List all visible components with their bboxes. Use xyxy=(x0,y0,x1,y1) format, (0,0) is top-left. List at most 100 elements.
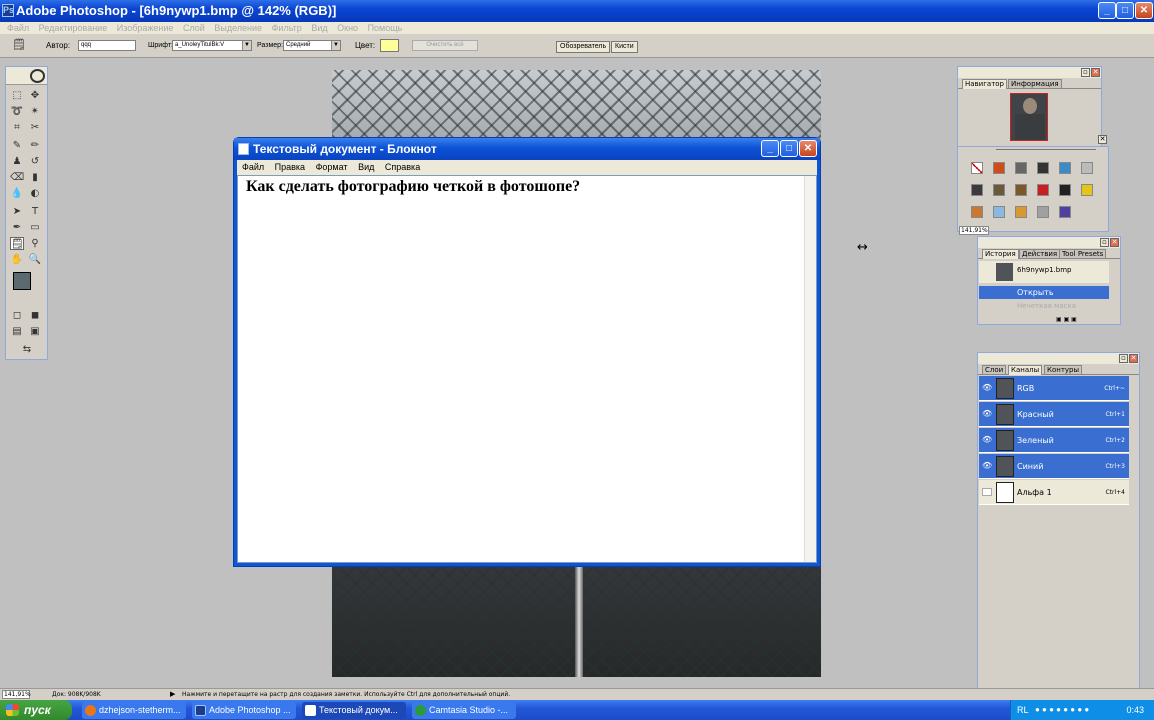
shape-tool-icon[interactable]: ▭ xyxy=(28,221,42,234)
slice-tool-icon[interactable]: ✂ xyxy=(28,121,42,134)
close-icon[interactable]: ✕ xyxy=(1091,68,1100,77)
zoom-tool-icon[interactable]: 🔍 xyxy=(28,253,42,266)
font-select[interactable]: a_UnoleyTitulBk:V ▼ xyxy=(172,40,252,51)
history-brush-icon[interactable]: ↺ xyxy=(28,155,42,168)
toolbox-header[interactable] xyxy=(6,67,47,85)
tray-icons[interactable]: ● ● ● ● ● ● ● ● xyxy=(1035,700,1089,720)
taskbar-item-photoshop[interactable]: Adobe Photoshop ... xyxy=(192,702,296,719)
eye-icon[interactable]: 👁 xyxy=(982,384,992,392)
close-icon[interactable]: ✕ xyxy=(1098,135,1107,144)
history-panel-header[interactable]: ▫ ✕ xyxy=(978,237,1120,248)
swatch-item[interactable] xyxy=(971,206,983,218)
notepad-text-area[interactable]: Как сделать фотографию четкой в фотошопе… xyxy=(237,175,817,563)
swatch-item[interactable] xyxy=(1015,184,1027,196)
tab-navigator[interactable]: Навигатор xyxy=(962,79,1007,89)
menu-file[interactable]: Файл xyxy=(7,22,29,34)
navigator-panel-header[interactable]: ▫ ✕ xyxy=(958,67,1101,78)
brush-tool-icon[interactable]: ✏ xyxy=(28,139,42,152)
tab-tool-presets[interactable]: Tool Presets xyxy=(1059,249,1107,259)
channels-panel-header[interactable]: ▫ ✕ xyxy=(978,353,1139,364)
minimize-icon[interactable]: _ xyxy=(1098,2,1116,19)
swatch-item[interactable] xyxy=(1059,162,1071,174)
tab-channels[interactable]: Каналы xyxy=(1008,365,1043,375)
channel-row[interactable]: 👁 RGB Ctrl+~ xyxy=(979,376,1129,401)
tab-file-browser[interactable]: Обозреватель xyxy=(556,41,611,53)
marquee-tool-icon[interactable]: ⬚ xyxy=(10,89,24,102)
type-tool-icon[interactable]: T xyxy=(28,205,42,218)
note-color-swatch[interactable] xyxy=(380,39,399,52)
size-select[interactable]: Средний ▼ xyxy=(283,40,341,51)
swatch-item[interactable] xyxy=(1037,206,1049,218)
move-tool-icon[interactable]: ✥ xyxy=(28,89,42,102)
clear-all-button[interactable]: Очистить всё xyxy=(412,40,478,51)
path-selection-icon[interactable]: ➤ xyxy=(10,205,24,218)
blur-tool-icon[interactable]: 💧 xyxy=(10,187,24,200)
swatch-item[interactable] xyxy=(1015,206,1027,218)
author-input[interactable]: qqq xyxy=(78,40,136,51)
menu-filter[interactable]: Фильтр xyxy=(272,22,302,34)
history-item-open[interactable]: Открыть xyxy=(979,286,1109,299)
dodge-tool-icon[interactable]: ◐ xyxy=(28,187,42,200)
menu-help[interactable]: Помощь xyxy=(368,22,403,34)
swatch-none[interactable] xyxy=(971,162,983,174)
start-button[interactable]: пуск xyxy=(0,700,72,720)
lasso-tool-icon[interactable]: ➰ xyxy=(10,105,24,118)
status-arrow-icon[interactable]: ▶ xyxy=(170,689,175,700)
minimize-icon[interactable]: ▫ xyxy=(1081,68,1090,77)
notepad-menu-help[interactable]: Справка xyxy=(385,160,420,175)
tab-paths[interactable]: Контуры xyxy=(1044,365,1083,375)
fullscreen-mode-icon[interactable]: ▣ xyxy=(28,325,42,338)
minimize-icon[interactable]: ▫ xyxy=(1119,354,1128,363)
eyedropper-icon[interactable]: ⚲ xyxy=(28,237,42,250)
close-icon[interactable]: ✕ xyxy=(1110,238,1119,247)
tab-actions[interactable]: Действия xyxy=(1019,249,1061,259)
crop-tool-icon[interactable]: ⌗ xyxy=(10,121,24,134)
menu-image[interactable]: Изображение xyxy=(117,22,174,34)
maximize-icon[interactable]: □ xyxy=(780,140,798,157)
swatch-item[interactable] xyxy=(993,184,1005,196)
standard-mode-icon[interactable]: ◻ xyxy=(10,309,24,322)
navigator-thumbnail[interactable] xyxy=(1010,93,1048,141)
eye-icon[interactable]: 👁 xyxy=(982,462,992,470)
foreground-color-swatch[interactable] xyxy=(13,272,31,290)
taskbar-item-firefox[interactable]: dzhejson-stetherm... xyxy=(82,702,186,719)
notepad-scrollbar[interactable] xyxy=(804,176,816,562)
photoshop-title-bar[interactable]: Ps Adobe Photoshop - [6h9nywp1.bmp @ 142… xyxy=(0,0,1154,22)
taskbar-item-camtasia[interactable]: Camtasia Studio -... xyxy=(412,702,516,719)
quick-mask-icon[interactable]: ◼ xyxy=(28,309,42,322)
close-icon[interactable]: ✕ xyxy=(799,140,817,157)
minimize-icon[interactable]: _ xyxy=(761,140,779,157)
tab-layers[interactable]: Слои xyxy=(982,365,1007,375)
swatch-item[interactable] xyxy=(1081,162,1093,174)
close-icon[interactable]: ✕ xyxy=(1135,2,1153,19)
swatch-item[interactable] xyxy=(1037,162,1049,174)
channel-row[interactable]: 👁 Синий Ctrl+3 xyxy=(979,454,1129,479)
healing-brush-icon[interactable]: ✎ xyxy=(10,139,24,152)
chevron-down-icon[interactable]: ▼ xyxy=(242,41,251,50)
menu-window[interactable]: Окно xyxy=(337,22,358,34)
history-snapshot[interactable]: 6h9nywp1.bmp xyxy=(979,261,1109,283)
screen-mode-icon[interactable]: ▤ xyxy=(10,325,24,338)
minimize-icon[interactable]: ▫ xyxy=(1100,238,1109,247)
menu-layer[interactable]: Слой xyxy=(183,22,205,34)
menu-select[interactable]: Выделение xyxy=(214,22,262,34)
navigator-zoom-slider[interactable] xyxy=(996,149,1096,152)
swatch-item[interactable] xyxy=(971,184,983,196)
visibility-box[interactable] xyxy=(982,488,992,496)
trash-icon[interactable]: ▣ ▣ ▣ xyxy=(1056,316,1096,323)
notepad-menu-view[interactable]: Вид xyxy=(358,160,374,175)
taskbar-item-notepad[interactable]: Текстовый докум... xyxy=(302,702,406,719)
swatch-item[interactable] xyxy=(1081,184,1093,196)
notepad-menu-file[interactable]: Файл xyxy=(242,160,264,175)
menu-view[interactable]: Вид xyxy=(311,22,327,34)
gradient-tool-icon[interactable]: ▮ xyxy=(28,171,42,184)
notepad-menu-edit[interactable]: Правка xyxy=(275,160,305,175)
close-icon[interactable]: ✕ xyxy=(1129,354,1138,363)
notes-tool-icon[interactable]: 🗒 xyxy=(10,237,24,250)
swatch-item[interactable] xyxy=(1059,184,1071,196)
navigator-zoom-input[interactable]: 141,91% xyxy=(959,226,989,235)
swatch-item[interactable] xyxy=(993,206,1005,218)
notepad-title-bar[interactable]: Текстовый документ - Блокнот _ □ ✕ xyxy=(234,138,820,160)
swatch-item[interactable] xyxy=(1059,206,1071,218)
tab-history[interactable]: История xyxy=(982,249,1019,259)
